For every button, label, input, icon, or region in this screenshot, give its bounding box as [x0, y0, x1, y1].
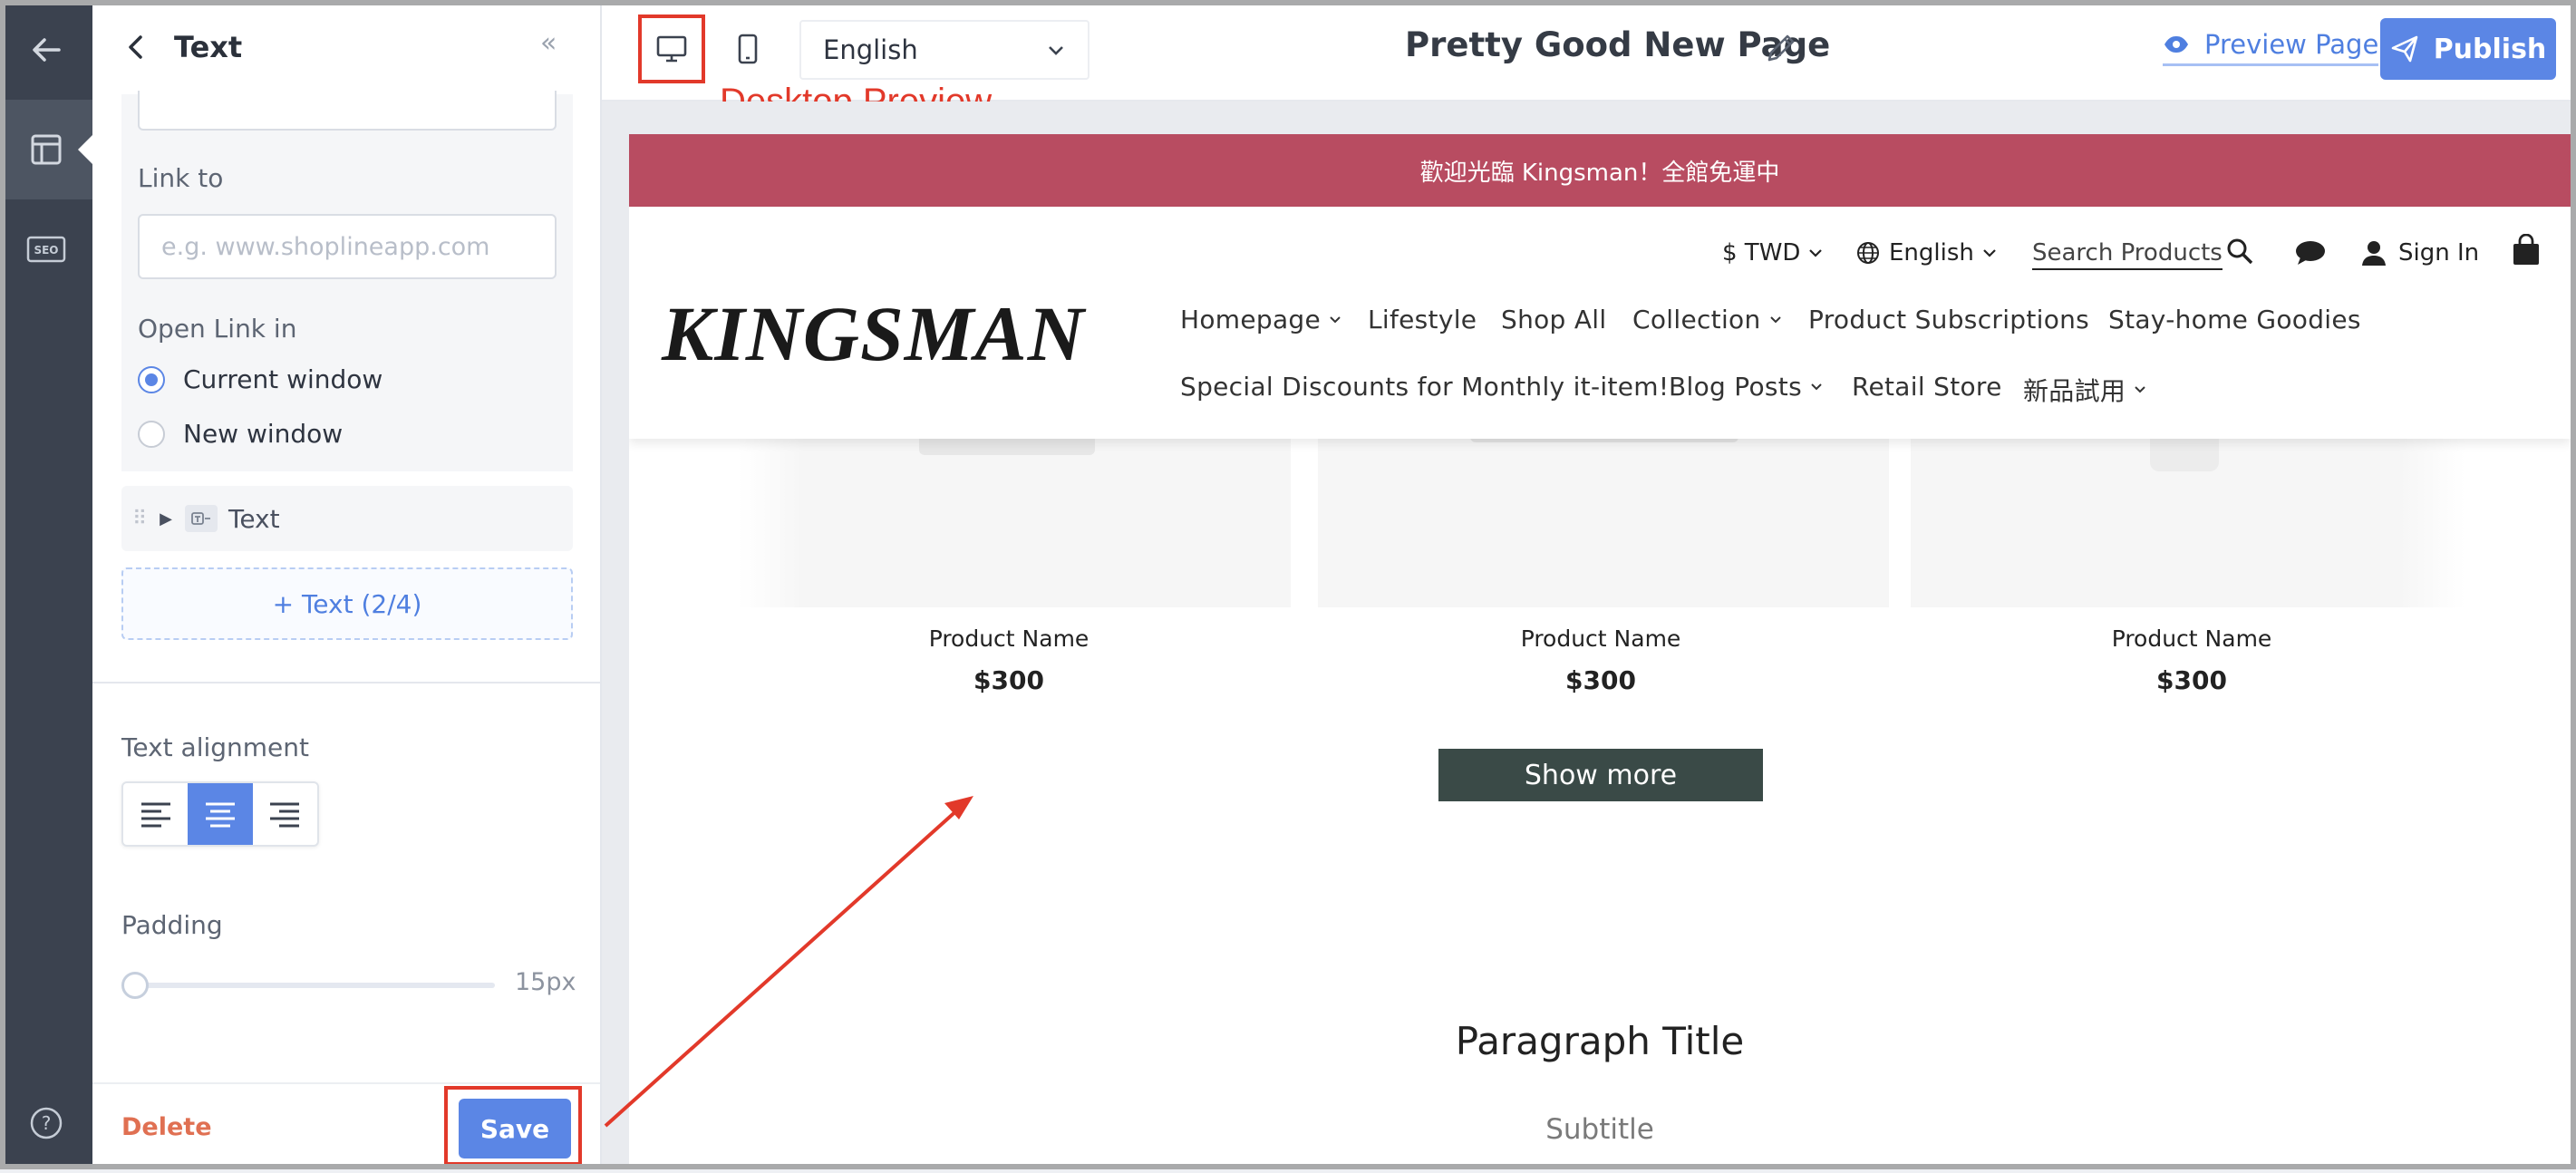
annotation-arrow	[604, 796, 973, 1128]
